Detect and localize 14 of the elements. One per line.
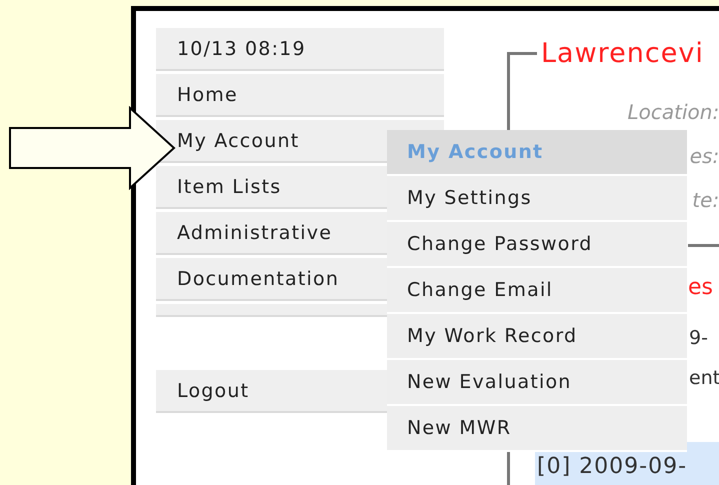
menu-item[interactable]: My Settings <box>387 176 687 220</box>
menu-item[interactable]: New MWR <box>387 406 687 450</box>
menu-item[interactable]: My Work Record <box>387 314 687 358</box>
menu-item[interactable]: Change Password <box>387 222 687 266</box>
content-text: 9- <box>689 326 709 351</box>
field-label: Location: <box>628 99 719 126</box>
menu-item[interactable]: New Evaluation <box>387 360 687 404</box>
field-label: es: <box>690 143 719 170</box>
nav-item[interactable]: Home <box>156 74 444 117</box>
section-title: Lawrencevi <box>541 38 704 68</box>
clock-text: 10/13 08:19 <box>156 28 444 71</box>
field-label: te: <box>692 187 719 214</box>
section-title: es <box>688 275 714 301</box>
menu-item[interactable]: Change Email <box>387 268 687 312</box>
